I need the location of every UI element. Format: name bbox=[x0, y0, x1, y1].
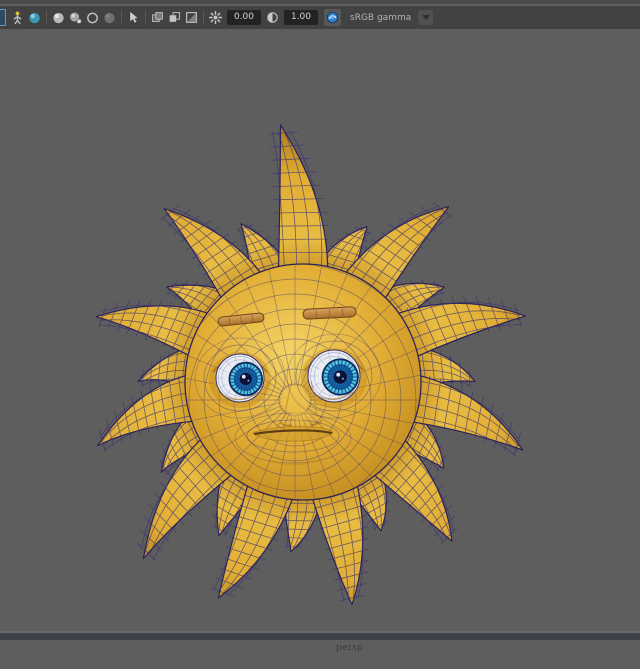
bottom-bar bbox=[0, 631, 640, 640]
masked-square-icon[interactable] bbox=[184, 10, 199, 25]
lighting-sphere-icon[interactable] bbox=[51, 10, 66, 25]
view-transform-dropdown[interactable]: sRGB gamma bbox=[347, 9, 433, 26]
bottom-band bbox=[0, 633, 640, 640]
toolbar-icon-row: 0.00 1.00 sRGB gamma bbox=[0, 6, 640, 29]
gamma-field[interactable]: 1.00 bbox=[284, 10, 318, 25]
exposure-icon[interactable] bbox=[208, 10, 223, 25]
toolbar-separator bbox=[203, 10, 204, 25]
gamma-icon[interactable] bbox=[265, 10, 280, 25]
stacked-squares-icon[interactable] bbox=[167, 10, 182, 25]
textured-sphere-icon[interactable] bbox=[102, 10, 117, 25]
toolbar-separator bbox=[46, 10, 47, 25]
sun-model[interactable] bbox=[0, 29, 640, 669]
color-management-button[interactable] bbox=[324, 9, 341, 26]
exposure-field[interactable]: 0.00 bbox=[227, 10, 261, 25]
view-transform-value: sRGB gamma bbox=[350, 12, 412, 23]
color-management-icon bbox=[326, 11, 339, 24]
camera-label: persp bbox=[336, 643, 364, 653]
material-sphere-icon[interactable] bbox=[68, 10, 83, 25]
panel-toolbar: 0.00 1.00 sRGB gamma bbox=[0, 0, 640, 29]
selected-display-toggle-icon[interactable] bbox=[0, 9, 6, 26]
toolbar-separator bbox=[145, 10, 146, 25]
dropdown-arrow-button[interactable] bbox=[418, 10, 433, 25]
chevron-down-icon bbox=[421, 15, 430, 20]
maya-viewport-window: { "window": { "viewport_background": "#5… bbox=[0, 0, 640, 653]
wireframe-circle-icon[interactable] bbox=[85, 10, 100, 25]
select-cursor-icon[interactable] bbox=[126, 10, 141, 25]
viewport-3d[interactable]: persp bbox=[0, 29, 640, 653]
toolbar-separator bbox=[121, 10, 122, 25]
shaded-sphere-icon[interactable] bbox=[27, 10, 42, 25]
overlap-squares-icon[interactable] bbox=[150, 10, 165, 25]
character-icon[interactable] bbox=[10, 10, 25, 25]
